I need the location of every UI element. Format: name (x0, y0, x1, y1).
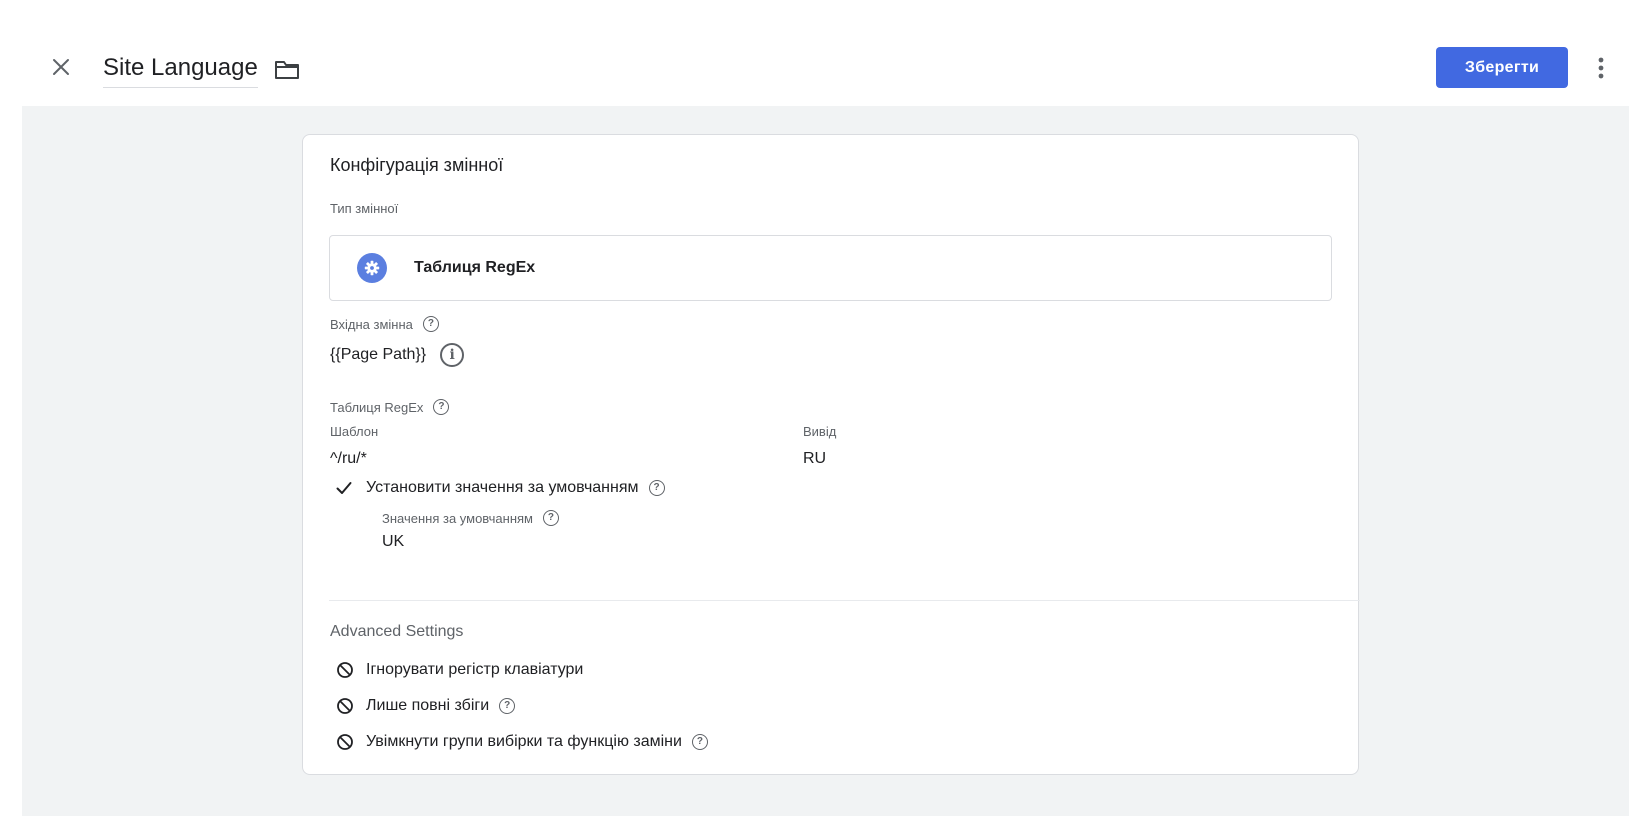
pattern-cell: ^/ru/* (330, 450, 367, 467)
advanced-option-label: Увімкнути групи вибірки та функцію замін… (366, 733, 682, 750)
default-value-option-label: Установити значення за умовчанням (366, 479, 639, 496)
regex-table-label-row: Таблиця RegEx ? (330, 396, 450, 418)
close-icon (53, 59, 69, 75)
help-circle-icon[interactable]: ? (691, 734, 708, 750)
input-variable-row: {{Page Path}} i (330, 341, 465, 369)
more-options-button[interactable] (1586, 50, 1616, 86)
help-circle-icon[interactable]: ? (499, 698, 516, 714)
help-circle-icon[interactable]: ? (542, 510, 559, 526)
default-value-label: Значення за умовчанням (382, 510, 533, 526)
close-button[interactable] (44, 50, 78, 84)
default-value: UK (382, 533, 405, 550)
advanced-option[interactable]: Лише повні збіги ? (330, 693, 516, 719)
variable-type-selector[interactable]: Таблиця RegEx (329, 235, 1332, 301)
help-circle-icon[interactable]: ? (433, 399, 450, 415)
advanced-settings-title[interactable]: Advanced Settings (330, 623, 463, 641)
advanced-option[interactable]: Ігнорувати регістр клавіатури (330, 657, 583, 683)
page-title[interactable]: Site Language (103, 53, 258, 88)
variable-type-name: Таблиця RegEx (414, 259, 536, 276)
output-cell: RU (803, 450, 827, 467)
more-vert-icon (1598, 57, 1604, 79)
input-variable-value: {{Page Path}} (330, 346, 427, 363)
save-button[interactable]: Зберегти (1436, 47, 1568, 88)
advanced-option-label: Ігнорувати регістр клавіатури (366, 661, 584, 678)
advanced-option[interactable]: Увімкнути групи вибірки та функцію замін… (330, 729, 708, 755)
pattern-column-header: Шаблон (330, 424, 379, 439)
variable-type-label: Тип змінної (330, 201, 399, 216)
advanced-option-label: Лише повні збіги (366, 697, 490, 714)
block-icon (337, 734, 353, 750)
block-icon (337, 698, 353, 714)
card-title: Конфігурація змінної (330, 155, 504, 175)
gear-icon (357, 253, 387, 283)
check-icon (336, 482, 352, 494)
info-icon[interactable]: i (440, 343, 465, 367)
output-column-header: Вивід (803, 424, 837, 439)
section-divider (329, 600, 1360, 601)
header-bar: Site Language Зберегти (0, 0, 1650, 106)
regex-table-label: Таблиця RegEx (330, 399, 424, 415)
default-value-label-row: Значення за умовчанням ? (382, 507, 559, 529)
help-circle-icon[interactable]: ? (648, 480, 665, 496)
default-value-option[interactable]: Установити значення за умовчанням ? (330, 475, 665, 501)
folder-icon (274, 61, 299, 79)
variable-config-card[interactable]: Конфігурація змінної Тип змінної Таблиця… (302, 134, 1360, 775)
title-group: Site Language (103, 50, 302, 90)
help-circle-icon[interactable]: ? (422, 316, 439, 332)
input-variable-label: Вхідна змінна (330, 316, 413, 332)
folder-button[interactable] (272, 55, 302, 85)
block-icon (337, 662, 353, 678)
input-variable-label-row: Вхідна змінна ? (330, 313, 439, 335)
